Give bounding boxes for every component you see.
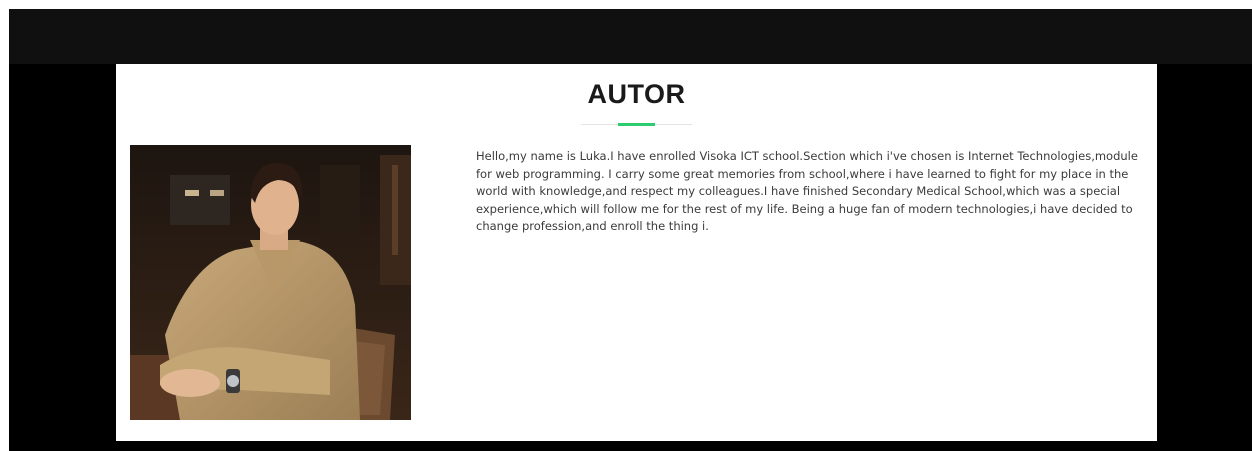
section-title: AUTOR [587, 79, 686, 109]
author-section: AUTOR Hello,my name is Luka.I have enrol… [116, 64, 1157, 441]
top-navbar [9, 9, 1252, 64]
author-photo [130, 145, 411, 420]
author-photo-illustration [130, 145, 411, 420]
author-bio: Hello,my name is Luka.I have enrolled Vi… [476, 149, 1138, 233]
page-viewport: AUTOR Hello,my name is Luka.I have enrol… [9, 9, 1252, 451]
title-accent-bar [618, 123, 655, 126]
